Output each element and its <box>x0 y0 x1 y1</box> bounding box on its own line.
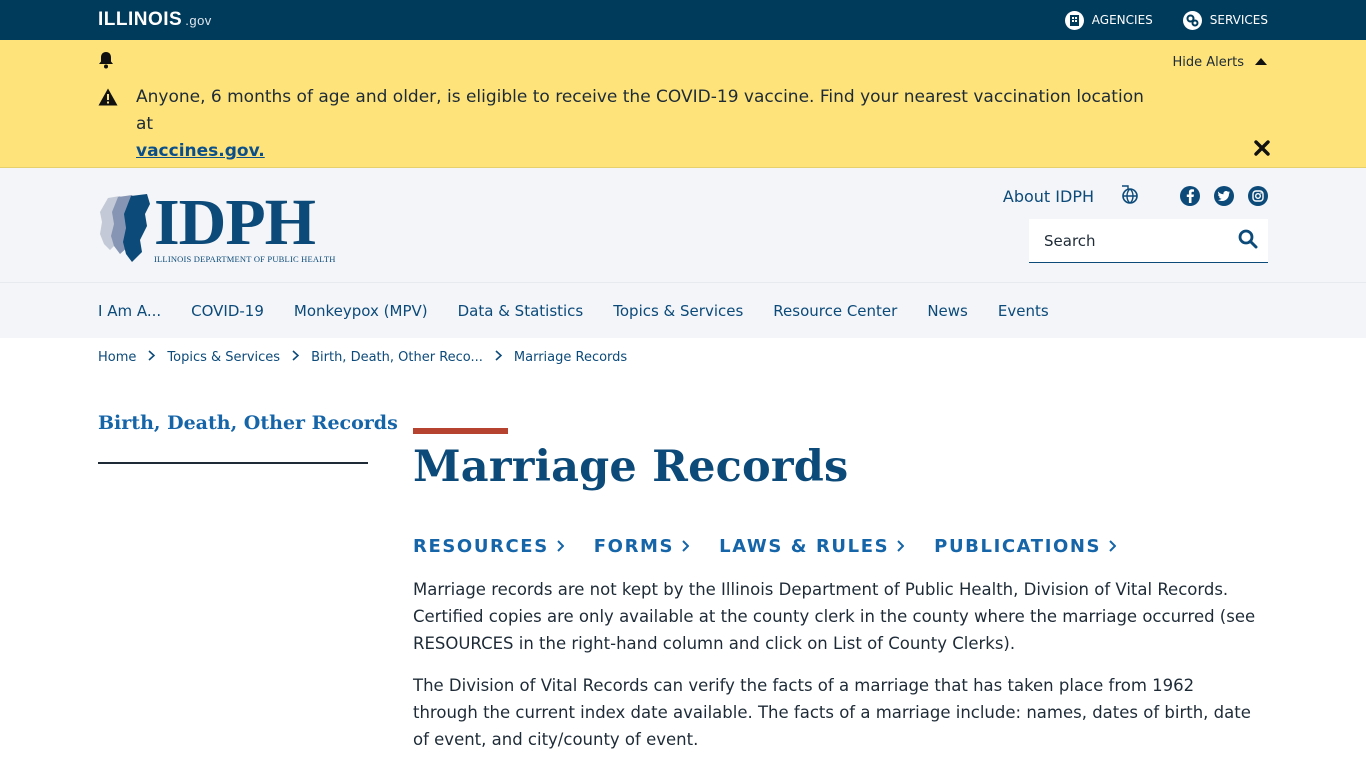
paragraph: Marriage records are not kept by the Ill… <box>413 580 1256 653</box>
search-icon[interactable] <box>1238 229 1258 253</box>
nav-item-covid-19[interactable]: COVID-19 <box>191 302 264 320</box>
translate-globe-icon[interactable] <box>1120 184 1140 208</box>
tab-laws-rules-label: LAWS & RULES <box>719 536 890 557</box>
chevron-right-icon <box>557 536 565 557</box>
site-header: IDPH Illinois Department of Public Healt… <box>0 168 1366 282</box>
nav-item-monkeypox[interactable]: Monkeypox (MPV) <box>294 302 428 320</box>
breadcrumb-current-page: Marriage Records <box>513 349 628 365</box>
tab-forms-label: FORMS <box>593 536 675 557</box>
tab-resources[interactable]: RESOURCES <box>413 536 565 557</box>
alert-message-text: Anyone, 6 months of age and older, is el… <box>136 87 1144 134</box>
idph-logo[interactable]: IDPH Illinois Department of Public Healt… <box>98 186 336 264</box>
about-idph-link[interactable]: About IDPH <box>1003 187 1094 206</box>
tab-forms[interactable]: FORMS <box>593 536 690 557</box>
paragraph: The Division of Vital Records can verify… <box>413 676 1251 749</box>
cogs-icon <box>1182 10 1202 30</box>
services-link[interactable]: SERVICES <box>1182 10 1268 30</box>
tab-laws-rules[interactable]: LAWS & RULES <box>719 536 905 557</box>
alert-banner: Hide Alerts Anyone, 6 months of age and … <box>0 40 1366 168</box>
chevron-right-icon <box>897 536 905 557</box>
top-bar: ILLINOIS .gov AGENCIES SERVICES <box>0 0 1366 40</box>
nav-item-events[interactable]: Events <box>998 302 1049 320</box>
chevron-right-icon <box>1109 536 1117 557</box>
section-links: RESOURCES FORMS LAWS & RULES PUBLICATION… <box>413 536 1117 557</box>
twitter-icon[interactable] <box>1214 186 1234 206</box>
vaccines-gov-link[interactable]: vaccines.gov. <box>136 141 265 161</box>
chevron-right-icon <box>148 349 156 365</box>
page-title: Marriage Records <box>413 442 849 492</box>
main-content: Birth, Death, Other Records Marriage Rec… <box>0 376 1366 768</box>
sidebar-section-title[interactable]: Birth, Death, Other Records <box>98 412 398 434</box>
nav-item-news[interactable]: News <box>927 302 968 320</box>
nav-item-i-am-a[interactable]: I Am A... <box>98 302 161 320</box>
sidebar-divider <box>98 462 368 464</box>
nav-item-data-statistics[interactable]: Data & Statistics <box>458 302 584 320</box>
tab-resources-label: RESOURCES <box>413 536 549 557</box>
alert-message: Anyone, 6 months of age and older, is el… <box>136 84 1156 165</box>
illinois-logo-text: ILLINOIS <box>98 9 183 30</box>
idph-wordmark: IDPH <box>154 186 316 259</box>
title-accent-bar <box>413 428 508 434</box>
warning-icon <box>98 88 118 110</box>
breadcrumb-home[interactable]: Home <box>98 350 136 365</box>
building-icon <box>1064 10 1084 30</box>
hide-alerts-button[interactable]: Hide Alerts <box>1173 55 1269 70</box>
search-input[interactable] <box>1044 231 1238 250</box>
chevron-right-icon <box>292 349 300 365</box>
search-box <box>1029 219 1268 263</box>
breadcrumb-birth-death-records[interactable]: Birth, Death, Other Reco... <box>311 350 483 365</box>
close-alert-icon[interactable] <box>1254 140 1270 160</box>
facebook-icon[interactable] <box>1180 186 1200 206</box>
tab-publications-label: PUBLICATIONS <box>934 536 1102 557</box>
idph-subtitle: Illinois Department of Public Health <box>154 254 336 264</box>
agencies-label: AGENCIES <box>1091 13 1153 27</box>
agencies-link[interactable]: AGENCIES <box>1064 10 1153 30</box>
breadcrumb-topics-services[interactable]: Topics & Services <box>167 350 280 365</box>
illinois-silhouette-icon <box>100 194 150 262</box>
illinois-logo-gov: .gov <box>185 13 212 28</box>
hide-alerts-label: Hide Alerts <box>1172 54 1245 70</box>
main-navigation: I Am A... COVID-19 Monkeypox (MPV) Data … <box>0 282 1366 338</box>
breadcrumb: Home Topics & Services Birth, Death, Oth… <box>0 338 1366 376</box>
article-body: Marriage records are not kept by the Ill… <box>413 576 1258 768</box>
instagram-icon[interactable] <box>1248 186 1268 206</box>
chevron-right-icon <box>682 536 690 557</box>
bell-icon <box>98 51 114 73</box>
caret-up-icon <box>1254 55 1268 70</box>
services-label: SERVICES <box>1209 13 1268 27</box>
tab-publications[interactable]: PUBLICATIONS <box>934 536 1117 557</box>
illinois-gov-logo[interactable]: ILLINOIS .gov <box>98 9 212 31</box>
chevron-right-icon <box>495 349 503 365</box>
nav-item-topics-services[interactable]: Topics & Services <box>613 302 743 320</box>
nav-item-resource-center[interactable]: Resource Center <box>773 302 897 320</box>
